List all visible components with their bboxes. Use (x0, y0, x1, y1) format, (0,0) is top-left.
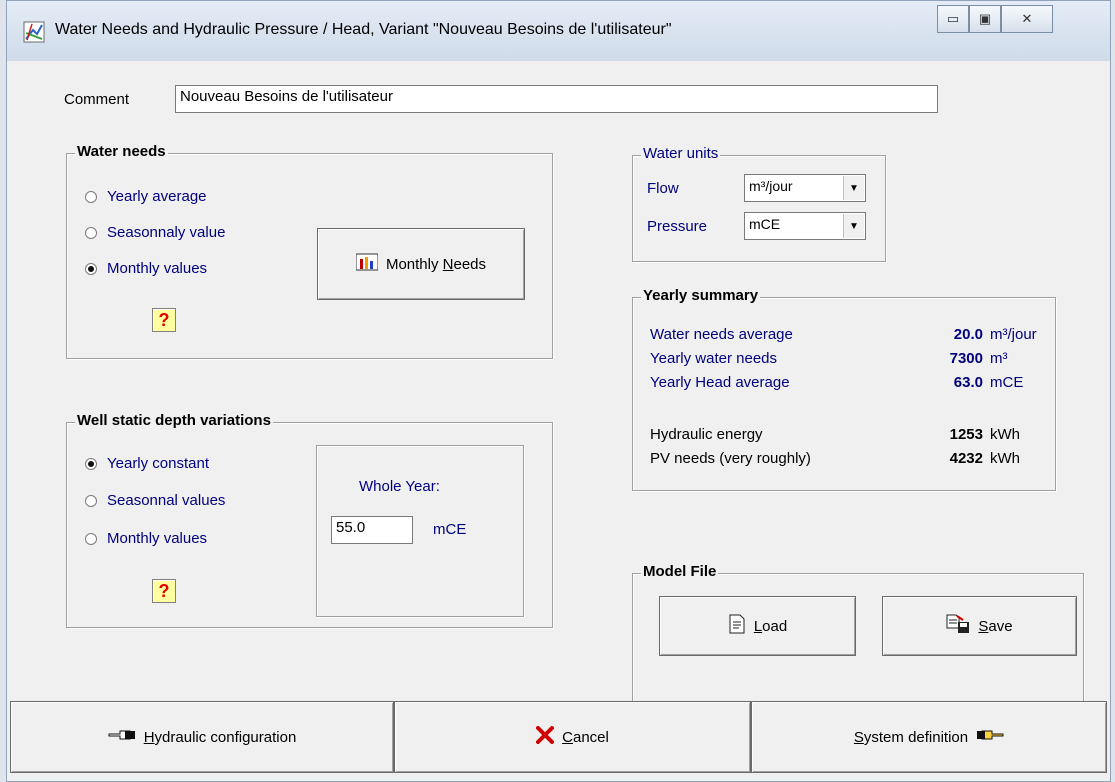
close-button[interactable]: ✕ (1001, 5, 1053, 33)
flow-unit-value: m³/jour (749, 178, 793, 194)
depth-input[interactable]: 55.0 (331, 516, 413, 544)
summary-row-value: 1253 (949, 426, 983, 443)
radio-seasonnaly-value[interactable]: Seasonnaly value (85, 224, 225, 241)
radio-icon (85, 494, 97, 507)
dialog-client-area: Comment Nouveau Besoins de l'utilisateur… (10, 61, 1107, 781)
pointing-hand-right-icon (976, 728, 1004, 746)
app-icon (23, 21, 45, 43)
summary-row-unit: m³ (990, 350, 1008, 367)
window-title: Water Needs and Hydraulic Pressure / Hea… (55, 21, 672, 38)
save-button[interactable]: Save (882, 596, 1077, 656)
radio-yearly-constant[interactable]: Yearly constant (85, 455, 209, 472)
water-needs-group: Water needs Yearly average Seasonnaly va… (66, 143, 553, 359)
radio-icon (85, 226, 97, 239)
chevron-down-icon: ▼ (843, 214, 864, 238)
comment-label: Comment (64, 91, 130, 108)
comment-input[interactable]: Nouveau Besoins de l'utilisateur (175, 85, 938, 113)
whole-year-label: Whole Year: (359, 478, 440, 495)
summary-row-value: 4232 (949, 450, 983, 467)
load-label: Load (753, 617, 788, 635)
pointing-hand-left-icon (108, 728, 136, 746)
pressure-label: Pressure (647, 218, 708, 235)
hydraulic-configuration-button[interactable]: Hydraulic configuration (10, 701, 394, 773)
maximize-icon: ▣ (978, 11, 992, 26)
save-label: Save (978, 617, 1013, 635)
radio-icon (85, 457, 97, 470)
monthly-chart-icon (355, 252, 379, 276)
system-definition-button[interactable]: System definition (751, 701, 1107, 773)
well-depth-group: Well static depth variations Yearly cons… (66, 412, 553, 628)
hydraulic-configuration-label: Hydraulic configuration (143, 728, 297, 746)
radio-monthly-values[interactable]: Monthly values (85, 260, 207, 277)
depth-unit: mCE (433, 521, 467, 538)
yearly-summary-group: Yearly summary Water needs average 20.0 … (632, 287, 1056, 491)
save-file-icon (946, 614, 970, 638)
yearly-summary-title: Yearly summary (641, 287, 761, 304)
radio-icon (85, 532, 97, 545)
summary-row-unit: m³/jour (990, 326, 1037, 343)
minimize-button[interactable]: ▭ (937, 5, 969, 33)
title-bar[interactable]: Water Needs and Hydraulic Pressure / Hea… (7, 1, 1110, 61)
radio-yearly-average[interactable]: Yearly average (85, 188, 207, 205)
water-needs-title: Water needs (75, 143, 168, 160)
cancel-x-icon (536, 726, 555, 748)
summary-row-label: PV needs (very roughly) (650, 450, 811, 467)
pressure-unit-value: mCE (749, 216, 781, 232)
minimize-icon: ▭ (946, 11, 960, 26)
flow-label: Flow (647, 180, 679, 197)
summary-row-label: Water needs average (650, 326, 793, 343)
cancel-button[interactable]: Cancel (394, 701, 751, 773)
well-depth-title: Well static depth variations (75, 412, 273, 429)
summary-row-value: 20.0 (953, 326, 983, 343)
radio-seasonnal-values[interactable]: Seasonnal values (85, 492, 225, 509)
chevron-down-icon: ▼ (843, 176, 864, 200)
dialog-window: Water Needs and Hydraulic Pressure / Hea… (6, 0, 1111, 782)
maximize-button[interactable]: ▣ (969, 5, 1001, 33)
load-button[interactable]: Load (659, 596, 856, 656)
monthly-needs-button[interactable]: Monthly Needs (317, 228, 525, 300)
flow-unit-select[interactable]: m³/jour ▼ (744, 174, 866, 202)
radio-icon (85, 190, 97, 203)
summary-row-unit: mCE (990, 374, 1024, 391)
radio-monthly-values[interactable]: Monthly values (85, 530, 207, 547)
water-units-title: Water units (641, 145, 721, 162)
cancel-label: Cancel (562, 728, 609, 746)
summary-row-label: Hydraulic energy (650, 426, 763, 443)
help-button[interactable]: ? (152, 579, 176, 603)
model-file-group: Model File Load Save (632, 563, 1084, 715)
whole-year-panel: Whole Year: 55.0 mCE (316, 445, 524, 617)
close-icon: ✕ (1021, 11, 1033, 26)
model-file-title: Model File (641, 563, 719, 580)
summary-row-value: 7300 (949, 350, 983, 367)
pressure-unit-select[interactable]: mCE ▼ (744, 212, 866, 240)
system-definition-label: System definition (853, 728, 969, 746)
document-icon (728, 614, 746, 638)
summary-row-value: 63.0 (953, 374, 983, 391)
help-button[interactable]: ? (152, 308, 176, 332)
summary-row-label: Yearly water needs (650, 350, 778, 367)
monthly-needs-label: Monthly Needs (385, 255, 487, 273)
water-units-group: Water units Flow m³/jour ▼ Pressure mCE … (632, 145, 886, 262)
summary-row-unit: kWh (990, 450, 1020, 467)
summary-row-label: Yearly Head average (650, 374, 790, 391)
summary-row-unit: kWh (990, 426, 1020, 443)
radio-icon (85, 262, 97, 275)
